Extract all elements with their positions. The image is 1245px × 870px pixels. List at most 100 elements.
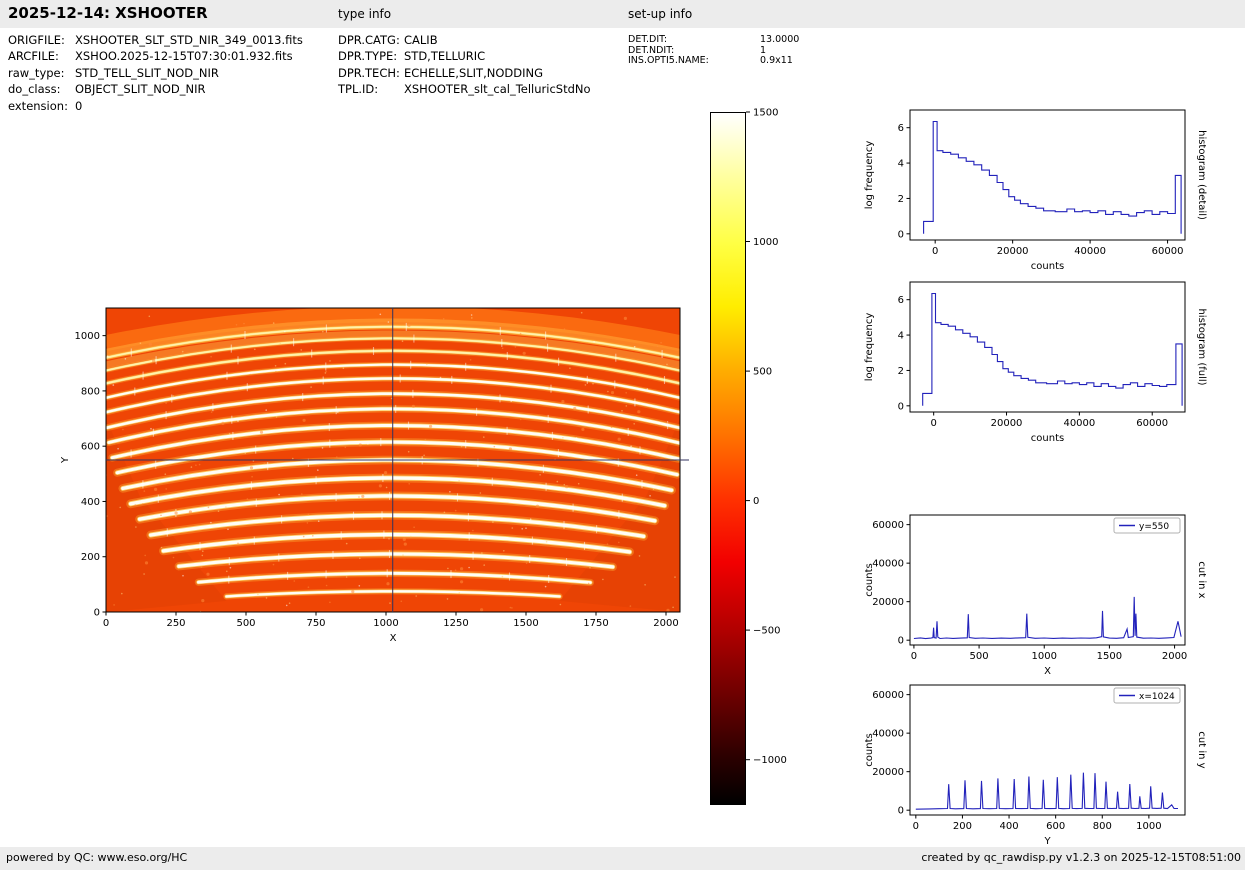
svg-text:2000: 2000 [653, 618, 678, 629]
info-value: OBJECT_SLIT_NOD_NIR [75, 82, 206, 97]
svg-text:−500: −500 [753, 626, 780, 637]
svg-text:200: 200 [953, 821, 972, 832]
svg-text:600: 600 [1046, 821, 1065, 832]
svg-text:histogram (detail): histogram (detail) [1196, 130, 1207, 220]
info-row: DPR.CATG: CALIB [338, 32, 591, 48]
info-label: DET.DIT: [628, 34, 668, 45]
svg-text:400: 400 [81, 497, 100, 508]
svg-text:Y: Y [60, 456, 71, 464]
footer-bar: powered by QC: www.eso.org/HC created by… [0, 847, 1245, 870]
svg-text:1000: 1000 [753, 237, 778, 248]
svg-text:0: 0 [898, 229, 904, 240]
footer-right-text: created by qc_rawdisp.py v1.2.3 on 2025-… [921, 851, 1241, 864]
svg-text:1500: 1500 [513, 618, 538, 629]
svg-text:1000: 1000 [75, 331, 100, 342]
footer-left-text: powered by QC: www.eso.org/HC [6, 851, 188, 864]
info-value: STD,TELLURIC [404, 49, 486, 64]
info-value: 0.9x11 [760, 55, 793, 66]
svg-text:1000: 1000 [373, 618, 398, 629]
svg-text:200: 200 [81, 552, 100, 563]
info-row: DET.DIT: 13.0000 [628, 34, 800, 46]
info-value: 13.0000 [760, 34, 800, 45]
svg-text:500: 500 [753, 367, 772, 378]
svg-text:0: 0 [103, 618, 109, 629]
svg-text:2000: 2000 [1162, 651, 1187, 662]
info-label: DPR.TECH: [338, 65, 400, 80]
svg-text:800: 800 [81, 386, 100, 397]
info-value: CALIB [404, 33, 438, 47]
cut-in-y-canvas: 0 200 400 600 800 1000 0 20000 40000 60000 Ycounts… [864, 684, 1207, 847]
info-row: raw_type: STD_TELL_SLIT_NOD_NIR [8, 65, 303, 81]
histogram-full-canvas: 0 20000 40000 60000 0 2 4 6 counts log frequency h… [864, 281, 1207, 444]
info-label: INS.OPTI5.NAME: [628, 55, 709, 66]
setup-info-block: DET.DIT: 13.0000 DET.NDIT: 1 INS.OPTI5.NAM… [628, 34, 800, 67]
svg-text:20000: 20000 [872, 767, 904, 778]
svg-text:log frequency: log frequency [864, 141, 875, 210]
svg-text:1750: 1750 [583, 618, 608, 629]
svg-text:x=1024: x=1024 [1139, 692, 1175, 702]
svg-text:1500: 1500 [753, 108, 778, 119]
histogram-detail-plot: 0 20000 40000 60000 0 2 4 6 counts log frequency h… [855, 100, 1245, 276]
svg-text:0: 0 [913, 821, 919, 832]
svg-text:4: 4 [898, 331, 904, 342]
qc-report-page: 2025-12-14: XSHOOTER type info set-up in… [0, 0, 1245, 870]
svg-text:y=550: y=550 [1139, 522, 1169, 532]
svg-text:counts: counts [864, 733, 875, 766]
info-row: DPR.TECH: ECHELLE,SLIT,NODDING [338, 65, 591, 81]
svg-text:cut in y: cut in y [1196, 731, 1207, 768]
svg-text:20000: 20000 [991, 418, 1023, 429]
cut-in-y-plot: 0 200 400 600 800 1000 0 20000 40000 60000 Ycounts… [855, 675, 1245, 851]
info-row: ORIGFILE: XSHOOTER_SLT_STD_NIR_349_0013.f… [8, 32, 303, 48]
type-info-block: DPR.CATG: CALIB DPR.TYPE: STD,TELLURIC DPR… [338, 32, 591, 98]
info-value: STD_TELL_SLIT_NOD_NIR [75, 65, 219, 80]
svg-text:1000: 1000 [1032, 651, 1057, 662]
setup-info-heading: set-up info [628, 7, 693, 21]
svg-text:X: X [390, 633, 397, 644]
cut-in-x-canvas: 0 500 1000 1500 20000200004000060000Xcounts c… [864, 514, 1207, 677]
info-value: XSHOOTER_SLT_STD_NIR_349_0013.fits [75, 33, 303, 47]
svg-text:60000: 60000 [872, 520, 904, 531]
info-row: DPR.TYPE: STD,TELLURIC [338, 48, 591, 64]
svg-text:counts: counts [864, 563, 875, 596]
histogram-detail-canvas: 0 20000 40000 60000 0 2 4 6 counts log frequency h… [864, 109, 1207, 272]
svg-text:0: 0 [898, 806, 904, 817]
type-info-heading: type info [338, 7, 392, 21]
svg-text:0: 0 [932, 246, 938, 257]
raw-image-plot: 0 250 500 750 1000 1250 1500 1750 2000 0 200 400 600… [30, 290, 730, 679]
report-title: 2025-12-14: XSHOOTER [8, 4, 208, 22]
info-row: extension: 0 [8, 98, 303, 114]
info-label: ARCFILE: [8, 49, 59, 64]
info-label: raw_type: [8, 65, 65, 80]
svg-text:log frequency: log frequency [864, 313, 875, 382]
svg-text:Y: Y [1043, 836, 1051, 847]
svg-text:histogram (full): histogram (full) [1196, 308, 1207, 385]
svg-text:1500: 1500 [1097, 651, 1122, 662]
svg-text:2: 2 [898, 194, 904, 205]
svg-text:counts: counts [1031, 433, 1064, 444]
svg-text:500: 500 [970, 651, 989, 662]
svg-text:counts: counts [1031, 261, 1064, 272]
svg-text:1000: 1000 [1136, 821, 1161, 832]
colorbar: 1500 1000 500 0 −500 −1000 [700, 100, 810, 815]
svg-text:−1000: −1000 [753, 755, 787, 766]
info-label: do_class: [8, 82, 61, 97]
svg-text:60000: 60000 [1152, 246, 1184, 257]
svg-text:20000: 20000 [997, 246, 1029, 257]
svg-text:250: 250 [166, 618, 185, 629]
svg-text:0: 0 [753, 496, 759, 507]
info-row: ARCFILE: XSHOO.2025-12-15T07:30:01.932.fi… [8, 48, 303, 64]
cut-in-x-plot: 0 500 1000 1500 2000 0 20000 40000 60000 Xcounts c… [855, 505, 1245, 681]
svg-text:750: 750 [306, 618, 325, 629]
svg-text:20000: 20000 [872, 597, 904, 608]
info-value: 0 [75, 98, 83, 113]
raw-image-canvas: 0 250 500 750 1000 1250 1500 1750 2000 0 200 400 600… [60, 307, 689, 644]
svg-text:cut in x: cut in x [1196, 561, 1207, 598]
info-label: DPR.CATG: [338, 33, 400, 47]
svg-text:1250: 1250 [443, 618, 468, 629]
histogram-full-plot: 0 20000 40000 60000 0 2 4 6 counts log frequency h… [855, 272, 1245, 448]
header-bar: 2025-12-14: XSHOOTER type info set-up in… [0, 0, 1245, 28]
info-row: do_class: OBJECT_SLIT_NOD_NIR [8, 81, 303, 97]
info-value: ECHELLE,SLIT,NODDING [404, 65, 543, 80]
info-row: TPL.ID: XSHOOTER_slt_cal_TelluricStdNo [338, 81, 591, 97]
svg-text:0: 0 [930, 418, 936, 429]
